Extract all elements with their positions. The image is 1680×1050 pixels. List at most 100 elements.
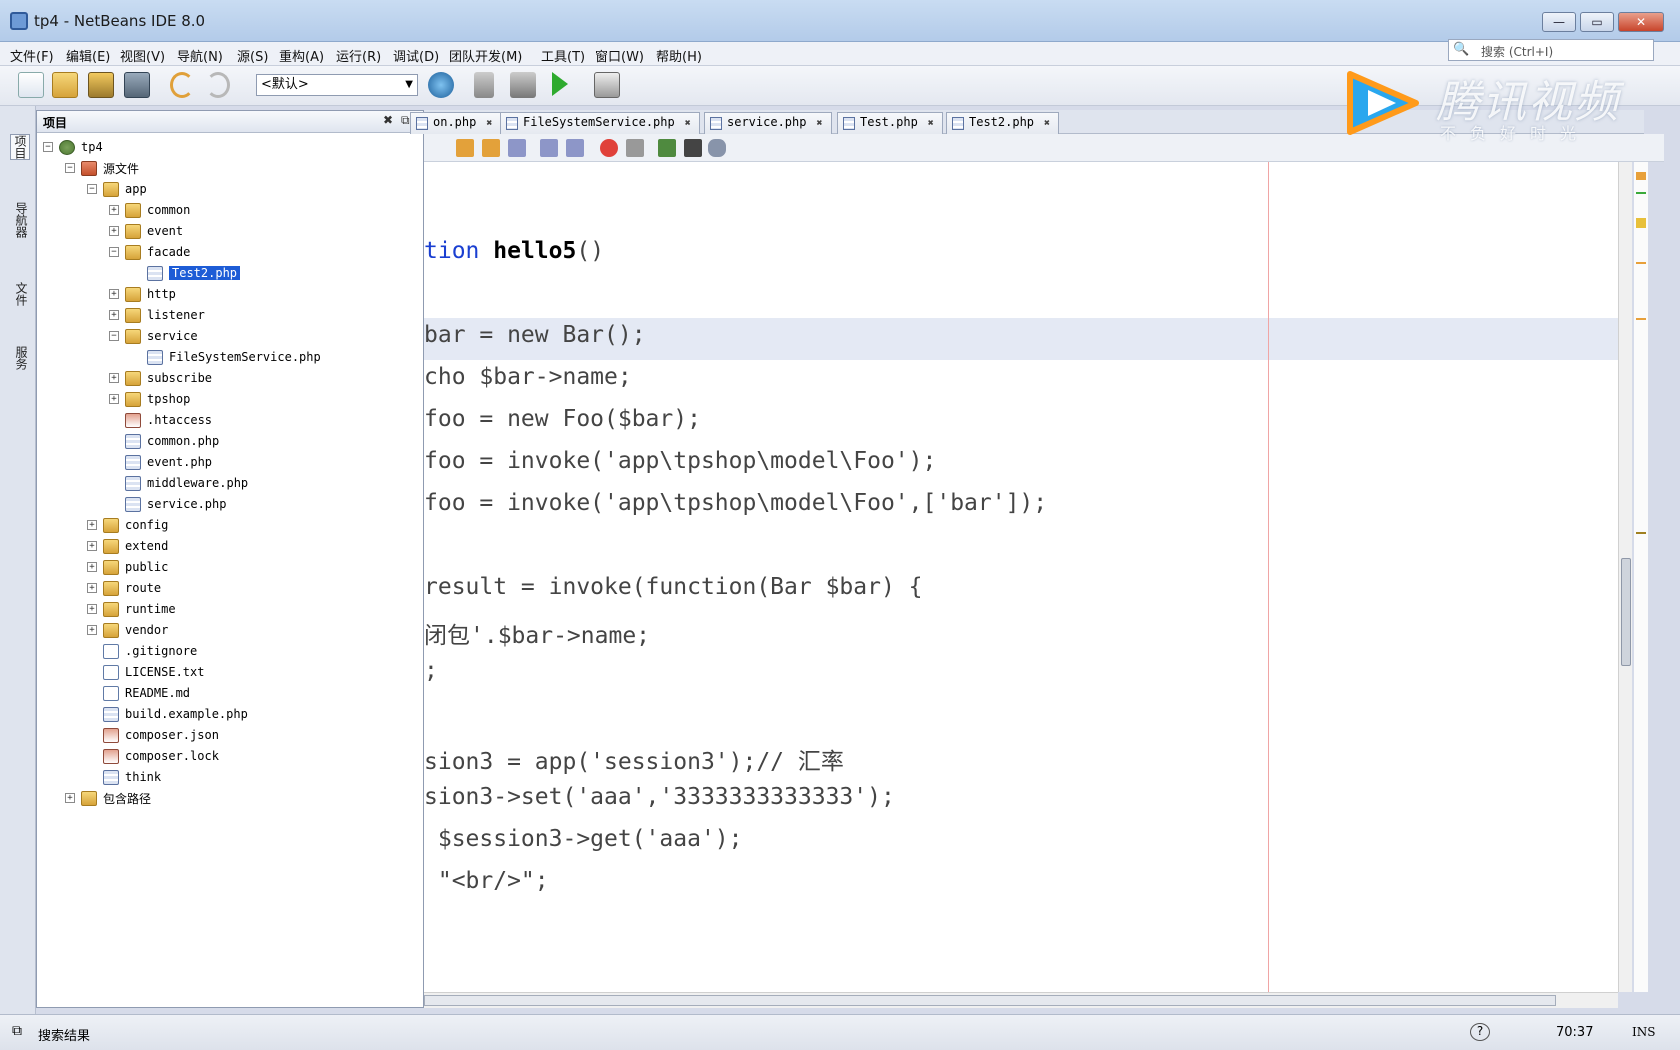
tree-item[interactable]: service.php [109, 494, 226, 514]
stop-macro-icon[interactable] [626, 139, 644, 157]
expand-icon[interactable]: + [87, 520, 97, 530]
minimize-button[interactable]: — [1542, 12, 1576, 32]
expand-icon[interactable]: + [87, 604, 97, 614]
menu-item[interactable]: 团队开发(M) [449, 46, 522, 65]
uncomment-icon[interactable] [684, 139, 702, 157]
redo-icon[interactable] [206, 72, 230, 98]
expand-icon[interactable]: + [87, 562, 97, 572]
menu-item[interactable]: 编辑(E) [66, 46, 110, 65]
collapse-icon[interactable]: − [109, 247, 119, 257]
save-all-icon[interactable] [124, 72, 150, 98]
close-tab-icon[interactable]: ✖ [816, 118, 822, 129]
tree-item[interactable]: + public [87, 557, 168, 577]
build-icon[interactable] [474, 72, 494, 98]
close-tab-icon[interactable]: ✖ [486, 118, 492, 129]
search-results-tab[interactable]: 搜索结果 [38, 1025, 90, 1044]
editor-vertical-scrollbar[interactable] [1618, 162, 1632, 992]
tree-item[interactable]: middleware.php [109, 473, 248, 493]
search-input[interactable]: 🔍 搜索 (Ctrl+I) [1448, 39, 1654, 61]
tree-item[interactable]: + extend [87, 536, 168, 556]
record-macro-icon[interactable] [600, 139, 618, 157]
configuration-select[interactable]: <默认> ▼ [256, 74, 418, 96]
run-icon[interactable] [552, 72, 568, 96]
notifications-icon[interactable]: ? [1470, 1023, 1490, 1041]
warning-mark[interactable] [1636, 172, 1646, 180]
scroll-thumb[interactable] [1621, 558, 1631, 666]
tree-item[interactable]: + runtime [87, 599, 176, 619]
expand-icon[interactable]: + [109, 289, 119, 299]
tree-item[interactable]: − service [109, 326, 198, 346]
tree-item[interactable]: FileSystemService.php [131, 347, 321, 367]
tree-item[interactable]: + event [109, 221, 183, 241]
prev-bookmark-icon[interactable] [456, 139, 474, 157]
code-editor[interactable]: tion hello5() bar = new Bar(); cho $bar->n… [424, 162, 1618, 992]
close-tab-icon[interactable]: ✖ [685, 118, 691, 129]
tree-item[interactable]: composer.lock [87, 746, 219, 766]
expand-icon[interactable]: + [109, 226, 119, 236]
occurrence-mark[interactable] [1636, 218, 1646, 228]
tree-item[interactable]: − app [87, 179, 147, 199]
tree-item[interactable]: README.md [87, 683, 190, 703]
menu-item[interactable]: 工具(T) [541, 46, 585, 65]
tree-item[interactable]: − tp4 [43, 137, 103, 157]
tab-services[interactable]: 服务 [10, 346, 30, 370]
globe-icon[interactable] [428, 72, 454, 98]
menu-item[interactable]: 帮助(H) [656, 46, 702, 65]
expand-icon[interactable]: + [109, 310, 119, 320]
tree-item[interactable]: build.example.php [87, 704, 248, 724]
occurrence-mark[interactable] [1636, 262, 1646, 264]
close-tab-icon[interactable]: ✖ [1044, 118, 1050, 129]
undo-icon[interactable] [170, 72, 194, 98]
expand-icon[interactable]: + [109, 394, 119, 404]
close-button[interactable]: ✕ [1618, 12, 1664, 32]
maximize-button[interactable]: ▭ [1580, 12, 1614, 32]
occurrence-mark[interactable] [1636, 532, 1646, 534]
tree-item[interactable]: + vendor [87, 620, 168, 640]
menu-item[interactable]: 重构(A) [279, 46, 324, 65]
expand-icon[interactable]: + [87, 625, 97, 635]
collapse-icon[interactable]: − [87, 184, 97, 194]
tree-item[interactable]: .htaccess [109, 410, 212, 430]
tree-item[interactable]: LICENSE.txt [87, 662, 204, 682]
expand-icon[interactable]: + [87, 583, 97, 593]
editor-tab[interactable]: Test.php ✖ [837, 112, 943, 134]
hscroll-thumb[interactable] [424, 995, 1556, 1006]
toggle-bookmark-icon[interactable] [508, 139, 526, 157]
shift-right-icon[interactable] [566, 139, 584, 157]
tree-item[interactable]: composer.json [87, 725, 219, 745]
tree-item[interactable]: + tpshop [109, 389, 190, 409]
restore-window-icon[interactable]: ⧉ [12, 1023, 22, 1039]
tree-item[interactable]: + config [87, 515, 168, 535]
occurrence-mark[interactable] [1636, 318, 1646, 320]
collapse-icon[interactable]: − [109, 331, 119, 341]
tree-item[interactable]: + 包含路径 [65, 788, 151, 808]
tree-item[interactable]: .gitignore [87, 641, 197, 661]
tree-item[interactable]: + route [87, 578, 161, 598]
editor-tab[interactable]: service.php ✖ [704, 112, 832, 134]
menu-item[interactable]: 调试(D) [393, 46, 439, 65]
menu-item[interactable]: 源(S) [237, 46, 268, 65]
menu-item[interactable]: 窗口(W) [595, 46, 644, 65]
tree-item[interactable]: + listener [109, 305, 205, 325]
tab-files[interactable]: 文件 [10, 282, 30, 306]
database-icon[interactable] [708, 139, 726, 157]
editor-tab[interactable]: FileSystemService.php ✖ [500, 112, 700, 134]
close-tab-icon[interactable]: ✖ [928, 118, 934, 129]
collapse-icon[interactable]: − [65, 163, 75, 173]
tree-item[interactable]: + subscribe [109, 368, 212, 388]
menu-item[interactable]: 视图(V) [120, 46, 165, 65]
restore-panel-icon[interactable]: ⧉ [401, 113, 410, 128]
expand-icon[interactable]: + [65, 793, 75, 803]
editor-tab[interactable]: Test2.php ✖ [946, 112, 1060, 134]
collapse-icon[interactable]: − [43, 142, 53, 152]
menu-item[interactable]: 运行(R) [336, 46, 381, 65]
new-project-icon[interactable] [52, 72, 78, 98]
tree-item[interactable]: + http [109, 284, 176, 304]
tree-item[interactable]: event.php [109, 452, 212, 472]
editor-tab[interactable]: on.php ✖ [410, 112, 502, 134]
new-file-icon[interactable] [18, 72, 44, 98]
menu-item[interactable]: 文件(F) [10, 46, 54, 65]
tree-item[interactable]: − facade [109, 242, 190, 262]
tab-projects[interactable]: 项目 [10, 134, 30, 160]
tree-item[interactable]: think [87, 767, 161, 787]
